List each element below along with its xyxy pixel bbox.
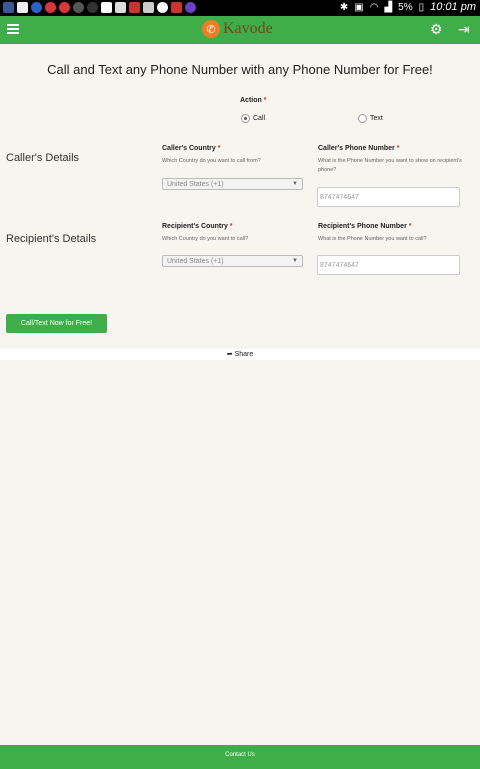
callers-country-value: United States (+1): [167, 181, 224, 188]
camera-icon: [101, 2, 112, 13]
wifi-icon: ◠: [369, 1, 379, 13]
menu-icon[interactable]: [7, 24, 19, 34]
recipients-country-hint: Which Country do you want to call?: [162, 236, 249, 242]
radio-text[interactable]: Text: [358, 114, 383, 123]
recipients-details-title: Recipient's Details: [6, 233, 97, 245]
sign-in-icon[interactable]: ⇥: [458, 21, 470, 38]
recipients-phone-label: Recipient's Phone Number *: [318, 223, 412, 230]
callers-phone-hint: What is the Phone Number you want to sho…: [318, 158, 462, 173]
download-icon: [115, 2, 126, 13]
page-title: Call and Text any Phone Number with any …: [47, 62, 433, 77]
android-icon: [73, 2, 84, 13]
phone-logo-icon: ✆: [202, 20, 220, 38]
app-bar: ✆ Kavode ⚙ ⇥: [0, 16, 480, 44]
bluetooth-icon: ✱: [339, 1, 349, 13]
facebook-icon: [3, 2, 14, 13]
app-icon: [59, 2, 70, 13]
signal-icon: ▟: [384, 1, 393, 13]
brand-logo[interactable]: ✆ Kavode: [202, 20, 273, 38]
radio-text-label: Text: [370, 115, 383, 122]
mail-icon: [17, 2, 28, 13]
app-icon: [185, 2, 196, 13]
radio-dot[interactable]: [358, 114, 367, 123]
battery-icon: ▯: [418, 1, 425, 13]
radio-dot[interactable]: [241, 114, 250, 123]
callers-details-title: Caller's Details: [6, 152, 80, 164]
callers-country-hint: Which Country do you want to call from?: [162, 158, 261, 164]
action-label: Action *: [240, 97, 267, 104]
callers-country-select[interactable]: United States (+1) ▼: [162, 178, 303, 190]
play-icon: [87, 2, 98, 13]
callers-country-label: Caller's Country *: [162, 145, 221, 152]
app-icon: [129, 2, 140, 13]
app-icon: [171, 2, 182, 13]
call-text-now-button[interactable]: Call/Text Now for Free!: [6, 314, 107, 333]
app-icon: [31, 2, 42, 13]
brand-name: Kavode: [223, 20, 273, 37]
callers-phone-label: Caller's Phone Number *: [318, 145, 400, 152]
app-icon: [157, 2, 168, 13]
app-icon: [45, 2, 56, 13]
notification-icons: [3, 2, 196, 13]
recipients-phone-hint: What is the Phone Number you want to cal…: [318, 236, 427, 242]
footer: Contact Us: [0, 745, 480, 769]
callers-phone-input[interactable]: 8747474647: [317, 187, 460, 207]
clock: 10:01 pm: [430, 1, 476, 13]
mail-icon: [143, 2, 154, 13]
recipients-country-select[interactable]: United States (+1) ▼: [162, 255, 303, 267]
battery-percent: 5%: [398, 1, 413, 13]
chevron-down-icon: ▼: [292, 258, 298, 264]
recipients-country-value: United States (+1): [167, 258, 224, 265]
contact-us-link[interactable]: Contact Us: [225, 752, 255, 758]
nfc-icon: ▣: [354, 1, 364, 13]
radio-call[interactable]: Call: [241, 114, 265, 123]
radio-call-label: Call: [253, 115, 266, 122]
share-icon: ➦: [226, 351, 233, 358]
recipients-phone-input[interactable]: 8747474647: [317, 255, 460, 275]
recipients-country-label: Recipient's Country *: [162, 223, 233, 230]
share-bar[interactable]: ➦ Share: [0, 349, 480, 360]
status-bar: ✱ ▣ ◠ ▟ 5% ▯ 10:01 pm: [0, 0, 480, 16]
gear-icon[interactable]: ⚙: [430, 21, 443, 38]
share-label: Share: [234, 351, 254, 358]
chevron-down-icon: ▼: [292, 181, 298, 187]
